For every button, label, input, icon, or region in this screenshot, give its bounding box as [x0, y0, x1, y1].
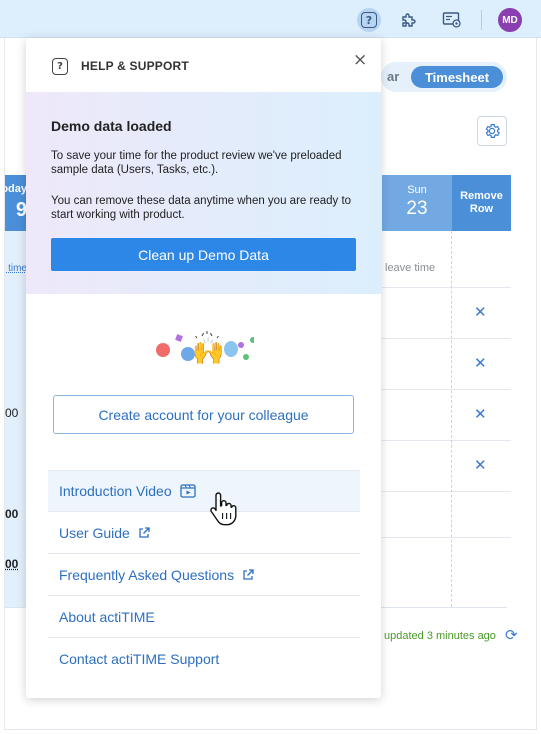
- help-icon: ?: [52, 58, 68, 75]
- row-total-partial: 00: [5, 406, 19, 420]
- row-divider: [382, 287, 511, 288]
- celebration-illustration: 🙌: [154, 330, 256, 370]
- link-label: Contact actiTIME Support: [59, 651, 220, 667]
- avatar[interactable]: MD: [498, 8, 522, 32]
- user-guide-link[interactable]: User Guide: [48, 512, 360, 554]
- demo-data-notice: Demo data loaded To save your time for t…: [26, 92, 381, 294]
- remove-row-button[interactable]: ✕: [474, 303, 487, 321]
- row-divider: [382, 338, 511, 339]
- video-icon: [179, 484, 196, 498]
- raised-hands-emoji: 🙌: [192, 336, 225, 366]
- contact-support-link[interactable]: Contact actiTIME Support: [48, 638, 360, 680]
- link-label: Frequently Asked Questions: [59, 566, 235, 583]
- panel-title: HELP & SUPPORT: [81, 59, 189, 73]
- column-divider: [451, 231, 452, 607]
- row-divider: [382, 389, 511, 390]
- puzzle-icon: [402, 13, 416, 27]
- remove-row-button[interactable]: ✕: [474, 456, 487, 474]
- help-links-list: Introduction Video User Guide Frequently…: [48, 470, 360, 680]
- top-bar: ? MD: [0, 0, 541, 38]
- help-button[interactable]: ?: [357, 8, 381, 32]
- introduction-video-link[interactable]: Introduction Video: [48, 470, 360, 512]
- settings-certificate-icon: [442, 12, 461, 28]
- row-total-partial: 00: [5, 507, 19, 521]
- external-link-icon: [138, 526, 150, 539]
- faq-link[interactable]: Frequently Asked Questions: [48, 554, 360, 596]
- sun-column-header: Sun 23: [382, 175, 452, 231]
- timesheet-toggle-option[interactable]: Timesheet: [411, 66, 503, 88]
- help-icon: ?: [361, 12, 377, 28]
- external-link-icon: [242, 568, 254, 581]
- gear-icon: [485, 124, 500, 138]
- settings-button[interactable]: [440, 8, 464, 32]
- grand-total-partial: 00: [5, 557, 19, 571]
- clean-up-demo-data-button[interactable]: Clean up Demo Data: [51, 238, 356, 271]
- integrations-button[interactable]: [397, 8, 421, 32]
- view-toggle: ar Timesheet: [381, 62, 507, 92]
- row-divider: [382, 440, 511, 441]
- row-divider: [382, 537, 511, 538]
- about-actitime-link[interactable]: About actiTIME: [48, 596, 360, 638]
- link-label: User Guide: [59, 524, 130, 541]
- demo-heading: Demo data loaded: [51, 118, 172, 134]
- leave-time-label: leave time: [385, 262, 436, 274]
- close-icon[interactable]: ×: [353, 50, 367, 70]
- row-divider: [382, 491, 511, 492]
- demo-description: To save your time for the product review…: [51, 150, 342, 176]
- today-column-header: oday 9: [5, 175, 27, 231]
- view-toggle-option-partial[interactable]: ar: [387, 69, 399, 84]
- leave-time-link-left[interactable]: e time: [5, 263, 27, 274]
- hand-cursor-icon: [210, 492, 237, 526]
- remove-row-header: Remove Row: [452, 175, 511, 231]
- remove-row-button[interactable]: ✕: [474, 405, 487, 423]
- remove-row-button[interactable]: ✕: [474, 354, 487, 372]
- table-settings-button[interactable]: [477, 116, 507, 146]
- link-label: Introduction Video: [59, 483, 172, 499]
- autosave-status: updated 3 minutes ago: [384, 630, 496, 642]
- create-account-button[interactable]: Create account for your colleague: [53, 395, 354, 434]
- demo-removal-note: You can remove these data anytime when y…: [51, 195, 352, 221]
- refresh-icon[interactable]: ⟳: [505, 626, 518, 644]
- link-label: About actiTIME: [59, 608, 155, 625]
- help-support-panel: ? HELP & SUPPORT × Demo data loaded To s…: [26, 38, 381, 698]
- topbar-divider: [481, 10, 482, 30]
- panel-header: ? HELP & SUPPORT ×: [26, 38, 381, 92]
